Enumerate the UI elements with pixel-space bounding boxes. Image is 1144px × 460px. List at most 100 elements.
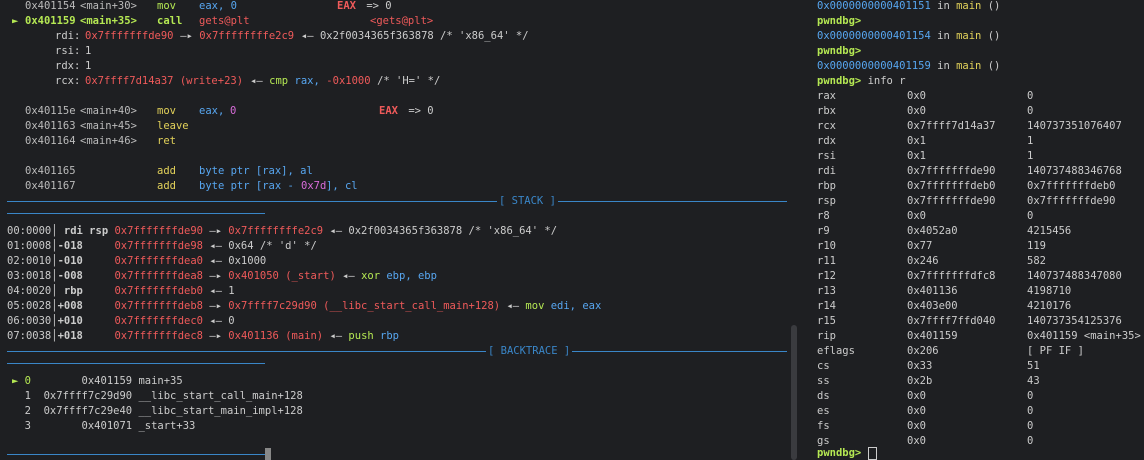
stack-register-tag: rdi rsp: [57, 225, 115, 237]
stack-address: 0x7fffffffde98: [114, 240, 203, 252]
stack-value-segment: edi, eax: [544, 300, 602, 312]
prompt-line: pwndbg>: [817, 44, 861, 59]
register-natural-value: 1: [1027, 150, 1034, 162]
frame-symbol: __libc_start_call_main+128: [132, 390, 303, 402]
function-name: main: [956, 30, 982, 42]
register-name: rbp: [817, 180, 836, 192]
stack-offset: 00:0000│: [7, 225, 58, 237]
debugger-context-pane[interactable]: 0x401154 <main+30> mov eax, 0 EAX => 0 ► 0x401…: [0, 0, 789, 460]
separator-rule: [7, 351, 787, 352]
register-hex-value: 0x7ffff7d14a37: [907, 120, 996, 132]
register-name: es: [817, 405, 830, 417]
deref-arrow: ◂—: [294, 30, 320, 42]
separator-underline: [7, 363, 265, 364]
register-hex-value: 0x33: [907, 360, 933, 372]
register-hex-value: 0x0: [907, 90, 926, 102]
register-natural-value: 0: [1027, 420, 1034, 432]
text-cursor-icon[interactable]: [867, 446, 877, 460]
register-name: r15: [817, 315, 836, 327]
register-row: r15 0x7ffff7ffd040 140737354125376: [799, 314, 1144, 329]
frame-symbol: _start+33: [132, 420, 196, 432]
register-natural-value: 0x7fffffffdeb0: [1027, 180, 1116, 192]
text-segment: (): [981, 60, 1001, 72]
deref-comment: /* 'H=' */: [370, 75, 441, 87]
function-name: main: [956, 0, 982, 12]
register-row: rsi 0x1 1: [799, 149, 1144, 164]
register-name: r13: [817, 285, 836, 297]
stack-value-segment: xor: [361, 270, 381, 282]
stop-address: 0x0000000000401151: [817, 0, 931, 12]
stack-value-segment: ◂— 0x2f0034365f363878 /* 'x86_64' */: [323, 225, 558, 237]
register-name: rbx: [817, 105, 836, 117]
stack-register-tag: -010: [57, 255, 115, 267]
register-name: r11: [817, 255, 836, 267]
instr-opcode: add: [157, 165, 176, 177]
register-natural-value: 140737488346768: [1027, 165, 1122, 177]
stack-address: 0x7fffffffdec8: [114, 330, 203, 342]
prompt-line: pwndbg>: [817, 14, 861, 29]
frame-address: 0x7ffff7c29e40: [30, 405, 133, 417]
instr-opcode: add: [157, 180, 176, 192]
gdb-command: info r: [861, 75, 906, 87]
stack-row: 02:0010│-010 0x7fffffffdea0 ◂— 0x1000: [7, 254, 266, 269]
instr-address: 0x401163: [25, 120, 76, 132]
deref-arrow: ◂—: [243, 75, 270, 87]
register-hex-value: 0x0: [907, 210, 926, 222]
register-hex-value: 0x0: [907, 105, 926, 117]
stack-offset: 04:0020│: [7, 285, 58, 297]
gdb-console-pane[interactable]: 0x0000000000401151 in main () pwndbg> 0x0 0…: [799, 0, 1144, 460]
stack-row: 05:0028│+008 0x7fffffffdeb8 —▸ 0x7ffff7c…: [7, 299, 601, 314]
instr-symbol: <main+45>: [80, 120, 137, 132]
register-natural-value: 51: [1027, 360, 1040, 372]
input-prompt-line: pwndbg>: [817, 446, 877, 460]
instr-address: 0x401159: [25, 15, 76, 27]
register-natural-value: [ PF IF ]: [1027, 345, 1084, 357]
register-hex-value: 0x7ffff7ffd040: [907, 315, 996, 327]
register-name: r14: [817, 300, 836, 312]
register-row: r12 0x7fffffffdfc8 140737488347080: [799, 269, 1144, 284]
comment-value: => 0: [402, 105, 434, 117]
register-name: rsp: [817, 195, 836, 207]
comment-register: EAX: [337, 0, 356, 12]
stack-value-segment: ◂— 0x64 /* 'd' */: [203, 240, 317, 252]
pane-resize-handle[interactable]: [265, 448, 271, 460]
register-row: r11 0x246 582: [799, 254, 1144, 269]
register-name: rax: [817, 90, 836, 102]
deref-immediate: -0x1000: [326, 75, 371, 87]
register-row: r9 0x4052a0 4215456: [799, 224, 1144, 239]
prompt-line: pwndbg> info r: [817, 74, 906, 89]
stack-value-segment: rbp: [373, 330, 400, 342]
argument-register: rdi:: [55, 30, 81, 42]
call-target-symbol: <gets@plt>: [370, 15, 434, 27]
register-hex-value: 0x403e00: [907, 300, 958, 312]
register-name: r12: [817, 270, 836, 282]
stack-row: 07:0038│+018 0x7fffffffdec8 —▸ 0x401136 …: [7, 329, 399, 344]
backtrace-frame: 1 0x7ffff7c29d90 __libc_start_call_main+…: [12, 389, 303, 404]
pointer-arrow: —▸: [173, 30, 200, 42]
scrollbar-thumb[interactable]: [791, 325, 797, 460]
stack-register-tag: +018: [57, 330, 115, 342]
frame-address: 0x401159: [30, 375, 133, 387]
stack-address: 0x7fffffffdec0: [114, 315, 203, 327]
register-hex-value: 0x0: [907, 435, 926, 447]
register-hex-value: 0x7fffffffdeb0: [907, 180, 996, 192]
stack-address: 0x7fffffffde90: [114, 225, 203, 237]
register-hex-value: 0x401159: [907, 330, 958, 342]
register-hex-value: 0x77: [907, 240, 933, 252]
frame-index: ► 0: [12, 375, 31, 387]
register-row: rdx 0x1 1: [799, 134, 1144, 149]
instr-opcode: mov: [157, 0, 176, 12]
register-natural-value: 0: [1027, 90, 1034, 102]
register-hex-value: 0x0: [907, 420, 926, 432]
separator-underline: [7, 213, 265, 214]
stack-value-segment: ◂— 0x1000: [203, 255, 267, 267]
instr-operands: eax,: [199, 105, 231, 117]
stack-offset: 07:0038│: [7, 330, 58, 342]
register-hex-value: 0x206: [907, 345, 939, 357]
register-name: r8: [817, 210, 830, 222]
instr-operands: byte ptr [rax -: [199, 180, 301, 192]
text-segment: in: [930, 60, 957, 72]
instr-symbol: <main+35>: [80, 15, 137, 27]
backtrace-frame: ► 0 0x401159 main+35: [12, 374, 183, 389]
stack-row: 01:0008│-018 0x7fffffffde98 ◂— 0x64 /* '…: [7, 239, 317, 254]
